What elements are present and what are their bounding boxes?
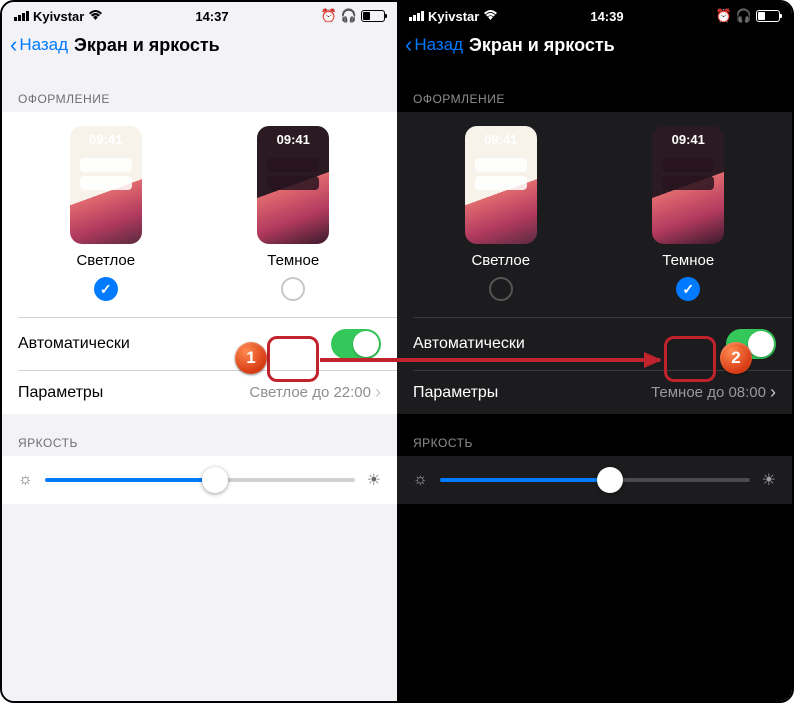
status-time: 14:39 [590,9,623,24]
brightness-slider[interactable] [440,478,750,482]
appearance-option-dark[interactable]: 09:41 Темное ✓ [628,126,748,301]
radio-dark-empty[interactable] [281,277,305,301]
dark-thumbnail: 09:41 [652,126,724,244]
parameters-label: Параметры [413,384,498,402]
alarm-icon: ⏰ [321,8,337,24]
auto-toggle[interactable] [331,329,381,359]
nav-bar: ‹ Назад Экран и яркость [397,26,792,70]
appearance-option-dark[interactable]: 09:41 Темное [233,126,353,301]
dark-option-label: Темное [662,252,714,269]
page-title: Экран и яркость [74,35,220,56]
appearance-option-light[interactable]: 09:41 Светлое [441,126,561,301]
wifi-icon [483,9,498,24]
headphones-icon: 🎧 [736,8,752,24]
status-bar: Kyivstar 14:37 ⏰ 🎧 [2,2,397,26]
chevron-left-icon: ‹ [10,34,17,56]
page-title: Экран и яркость [469,35,615,56]
dark-option-label: Темное [267,252,319,269]
dark-thumbnail: 09:41 [257,126,329,244]
section-header-brightness: ЯРКОСТЬ [397,414,792,456]
auto-label: Автоматически [413,335,525,353]
parameters-row[interactable]: Параметры Темное до 08:00 › [397,371,792,414]
status-bar: Kyivstar 14:39 ⏰ 🎧 [397,2,792,26]
sun-low-icon: ☼ [18,471,33,489]
phone-dark: Kyivstar 14:39 ⏰ 🎧 ‹ Назад Экран и яркос… [397,2,792,701]
light-option-label: Светлое [471,252,530,269]
section-header-brightness: ЯРКОСТЬ [2,414,397,456]
carrier-label: Kyivstar [33,9,84,24]
phone-light: Kyivstar 14:37 ⏰ 🎧 ‹ Назад Экран и яркос… [2,2,397,701]
radio-dark-checked[interactable]: ✓ [676,277,700,301]
nav-bar: ‹ Назад Экран и яркость [2,26,397,70]
section-header-appearance: ОФОРМЛЕНИЕ [2,70,397,112]
status-time: 14:37 [195,9,228,24]
wifi-icon [88,9,103,24]
sun-high-icon: ☀ [762,470,776,490]
light-thumbnail: 09:41 [465,126,537,244]
battery-icon [756,10,780,22]
sun-high-icon: ☀ [367,470,381,490]
carrier-label: Kyivstar [428,9,479,24]
parameters-row[interactable]: Параметры Светлое до 22:00 › [2,371,397,414]
alarm-icon: ⏰ [716,8,732,24]
parameters-value: Светлое до 22:00 [249,384,371,401]
auto-label: Автоматически [18,335,130,353]
brightness-row: ☼ ☀ [2,456,397,504]
radio-light-checked[interactable]: ✓ [94,277,118,301]
auto-row: Автоматически [397,318,792,370]
parameters-label: Параметры [18,384,103,402]
signal-icon [14,11,29,21]
back-button[interactable]: ‹ Назад [10,34,68,56]
auto-row: Автоматически [2,318,397,370]
chevron-left-icon: ‹ [405,34,412,56]
auto-toggle[interactable] [726,329,776,359]
brightness-slider[interactable] [45,478,355,482]
brightness-row: ☼ ☀ [397,456,792,504]
headphones-icon: 🎧 [341,8,357,24]
sun-low-icon: ☼ [413,471,428,489]
comparison-canvas: Kyivstar 14:37 ⏰ 🎧 ‹ Назад Экран и яркос… [0,0,794,703]
back-button[interactable]: ‹ Назад [405,34,463,56]
back-label: Назад [19,35,68,55]
parameters-value: Темное до 08:00 [651,384,766,401]
back-label: Назад [414,35,463,55]
radio-light-empty[interactable] [489,277,513,301]
signal-icon [409,11,424,21]
battery-icon [361,10,385,22]
section-header-appearance: ОФОРМЛЕНИЕ [397,70,792,112]
appearance-card: 09:41 Светлое ✓ 09:41 Темное Авт [2,112,397,414]
chevron-right-icon: › [375,382,381,403]
appearance-option-light[interactable]: 09:41 Светлое ✓ [46,126,166,301]
light-option-label: Светлое [76,252,135,269]
appearance-card: 09:41 Светлое 09:41 Темное ✓ Авт [397,112,792,414]
light-thumbnail: 09:41 [70,126,142,244]
chevron-right-icon: › [770,382,776,403]
